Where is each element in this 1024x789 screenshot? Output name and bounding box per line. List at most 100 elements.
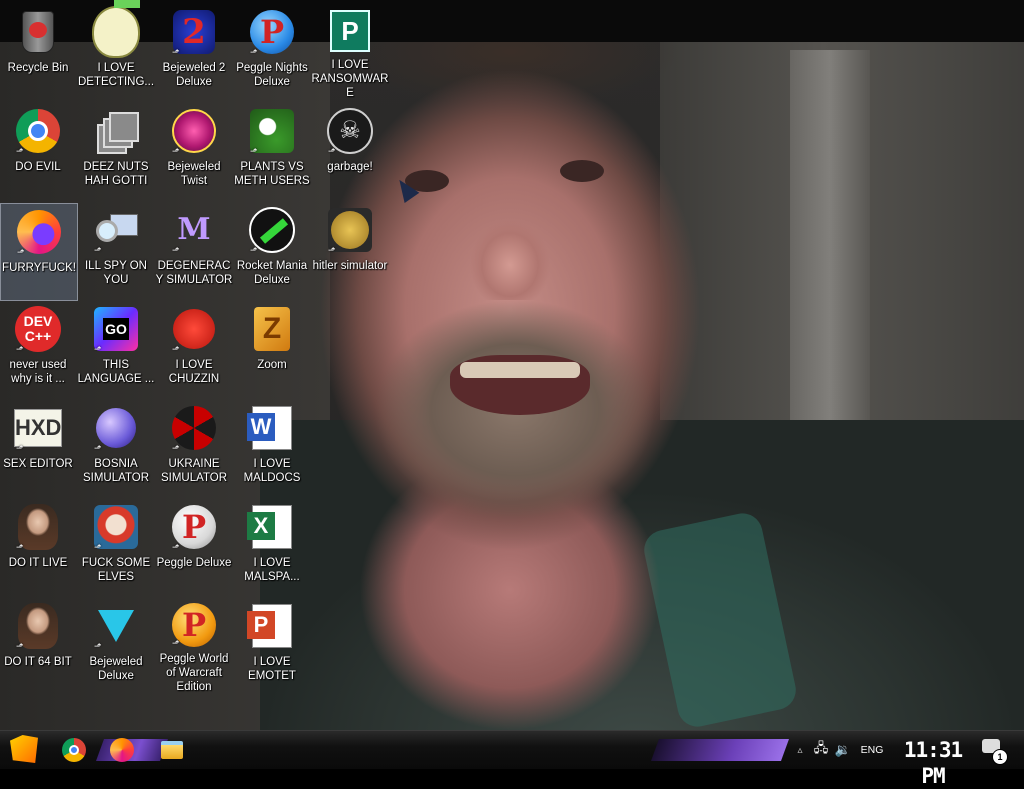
portrait-icon: ⬏ [14, 602, 62, 651]
file-explorer-icon [161, 741, 183, 759]
desktop-icon-bejeweled-deluxe[interactable]: ⬏ Bejeweled Deluxe [78, 598, 154, 694]
notification-count-badge: 1 [992, 749, 1008, 765]
desktop-icon-label: DO IT 64 BIT [4, 656, 72, 668]
network-icon[interactable]: 🖧 [810, 739, 832, 761]
portrait-icon: ⬏ [14, 503, 62, 552]
egg-mascot-icon [92, 0, 140, 58]
desktop-icon-label: I LOVE RANSOMWARE [311, 59, 389, 99]
dev-cpp-icon: DEV C++ ⬏ [14, 305, 62, 354]
desktop-icon-label: DEGENERACY SIMULATOR [155, 260, 233, 286]
start-button[interactable] [10, 735, 40, 765]
desktop-icon-label: THIS LANGUAGE ... [77, 359, 155, 385]
desktop-icon-recycle-bin[interactable]: Recycle Bin [0, 4, 76, 100]
wallpaper-nose [470, 210, 550, 300]
desktop-icon-label: Peggle Nights Deluxe [236, 62, 308, 88]
desktop-icon-label: I LOVE DETECTING... [77, 62, 155, 88]
desktop-icon-dev-cpp[interactable]: DEV C++ ⬏ never used why is it ... [0, 301, 76, 397]
peggle-icon: P ⬏ [170, 602, 218, 648]
desktop-icon-label: Bejeweled 2 Deluxe [162, 62, 226, 88]
firefox-icon: ⬏ [15, 208, 63, 257]
desktop-icon-deez-nuts[interactable]: DEEZ NUTS HAH GOTTI [78, 103, 154, 199]
coin-icon: ⬏ [326, 206, 374, 255]
desktop-icon-label: I LOVE CHUZZIN [168, 359, 220, 385]
desktop-icon-label: DEEZ NUTS HAH GOTTI [83, 161, 149, 187]
desktop-icon-degeneracy[interactable]: M ⬏ DEGENERACY SIMULATOR [155, 202, 233, 298]
desktop-icon-label: UKRAINE SIMULATOR [160, 458, 228, 484]
desktop-icon-label: I LOVE MALDOCS [243, 458, 301, 484]
peggle-icon: P ⬏ [170, 503, 218, 552]
minesweeper-icon: ⬏ [92, 404, 140, 453]
wallpaper-teeth [460, 362, 580, 378]
input-language[interactable]: ENG [854, 744, 890, 756]
desktop-icon-peggle-nights[interactable]: P ⬏ Peggle Nights Deluxe [234, 4, 310, 100]
desktop-icon-plants[interactable]: ⬏ PLANTS VS METH USERS [234, 103, 310, 199]
warhammer-icon: ☠ ⬏ [326, 107, 374, 156]
chrome-icon: ⬏ [14, 107, 62, 156]
desktop-icon-spy[interactable]: ⬏ ILL SPY ON YOU [78, 202, 154, 298]
volume-icon[interactable]: 🔉 [832, 742, 854, 758]
desktop-icon-malspam[interactable]: X I LOVE MALSPA... [234, 499, 310, 595]
desktop-icon-ukraine[interactable]: ⬏ UKRAINE SIMULATOR [156, 400, 232, 496]
desktop-icon-hxd[interactable]: HXD ⬏ SEX EDITOR [0, 400, 76, 496]
desktop-icon-bejeweled-2[interactable]: 2 ⬏ Bejeweled 2 Deluxe [156, 4, 232, 100]
desktop-icon-peggle-wow[interactable]: P ⬏ Peggle World of Warcraft Edition [156, 598, 232, 694]
copies-icon [92, 107, 140, 155]
wallpaper-beard [370, 300, 660, 530]
spy-tool-icon: ⬏ [92, 206, 140, 255]
desktop-icon-label: BOSNIA SIMULATOR [82, 458, 150, 484]
desktop-icon-label: I LOVE EMOTET [248, 656, 296, 682]
chuzzle-icon: ⬏ [170, 305, 218, 354]
taskbar-decoration [650, 739, 790, 761]
recycle-bin-icon [14, 8, 62, 56]
desktop-icon-chuzzle[interactable]: ⬏ I LOVE CHUZZIN [156, 301, 232, 397]
desktop-icon-label: ILL SPY ON YOU [84, 260, 147, 286]
wallpaper-doorframe [790, 50, 870, 470]
desktop-icon-rocket-mania[interactable]: ⬏ Rocket Mania Deluxe [234, 202, 310, 298]
tray-overflow-chevron-icon[interactable]: ▵ [790, 745, 810, 756]
hex-editor-icon: HXD ⬏ [14, 404, 62, 453]
desktop-icon-label: Bejeweled Deluxe [89, 656, 143, 682]
publisher-icon: P [326, 8, 374, 53]
desktop-icon-label: Peggle World of Warcraft Edition [159, 653, 229, 693]
desktop-icon-label: Zoom [257, 359, 287, 371]
desktop-icon-label: Rocket Mania Deluxe [236, 260, 308, 286]
taskbar: ▵ 🖧 🔉 ENG 11:31 PM 1 [0, 730, 1024, 788]
desktop-icon-label: Peggle Deluxe [156, 557, 232, 569]
taskbar-app-firefox[interactable] [106, 735, 138, 765]
system-tray: ▵ 🖧 🔉 ENG [790, 731, 890, 769]
wallpaper-eye [560, 160, 604, 182]
taskbar-app-chrome[interactable] [58, 735, 90, 765]
goland-icon: GO ⬏ [92, 305, 140, 354]
word-icon: W [247, 404, 296, 452]
desktop-icon-label: FUCK SOME ELVES [81, 557, 151, 583]
action-center-button[interactable]: 1 [982, 739, 1008, 765]
start-logo-icon [10, 735, 38, 763]
desktop-icon-emotet[interactable]: P I LOVE EMOTET [234, 598, 310, 694]
desktop-icon-bosnia[interactable]: ⬏ BOSNIA SIMULATOR [78, 400, 154, 496]
desktop-icon-do-it-64-bit[interactable]: ⬏ DO IT 64 BIT [0, 598, 76, 694]
desktop-icon-firefox[interactable]: ⬏ FURRYFUCK! [0, 203, 78, 301]
desktop-icon-zoom[interactable]: Z Zoom [234, 301, 310, 397]
bejeweled-twist-icon: ⬏ [170, 107, 218, 156]
desktop-icon-do-it-live[interactable]: ⬏ DO IT LIVE [0, 499, 76, 595]
desktop-icon-chrome[interactable]: ⬏ DO EVIL [0, 103, 76, 199]
excel-icon: X [247, 503, 296, 551]
desktop-icon-bejeweled-twist[interactable]: ⬏ Bejeweled Twist [156, 103, 232, 199]
desktop-icon-goland[interactable]: GO ⬏ THIS LANGUAGE ... [78, 301, 154, 397]
taskbar-app-file-explorer[interactable] [156, 735, 188, 765]
desktop-icon-maldocs[interactable]: W I LOVE MALDOCS [234, 400, 310, 496]
desktop-icon-hitler-simulator[interactable]: ⬏ hitler simulator [312, 202, 388, 298]
taskbar-clock[interactable]: 11:31 PM [898, 737, 968, 788]
desktop-icon-label: Recycle Bin [7, 62, 69, 74]
desktop-icon-peggle-deluxe[interactable]: P ⬏ Peggle Deluxe [156, 499, 232, 595]
desktop-icon-label: I LOVE MALSPA... [244, 557, 300, 583]
gem-icon: ⬏ [92, 602, 140, 651]
elves-icon: ⬏ [92, 503, 140, 552]
firefox-icon [110, 738, 134, 762]
radiation-icon: ⬏ [170, 404, 218, 453]
desktop-icon-garbage[interactable]: ☠ ⬏ garbage! [312, 103, 388, 199]
desktop-icon-label: garbage! [327, 161, 373, 173]
desktop-icon-ransomware[interactable]: P I LOVE RANSOMWARE [312, 4, 388, 100]
desktop-icon-detecting[interactable]: I LOVE DETECTING... [77, 0, 155, 100]
desktop-icon-elves[interactable]: ⬏ FUCK SOME ELVES [78, 499, 154, 595]
